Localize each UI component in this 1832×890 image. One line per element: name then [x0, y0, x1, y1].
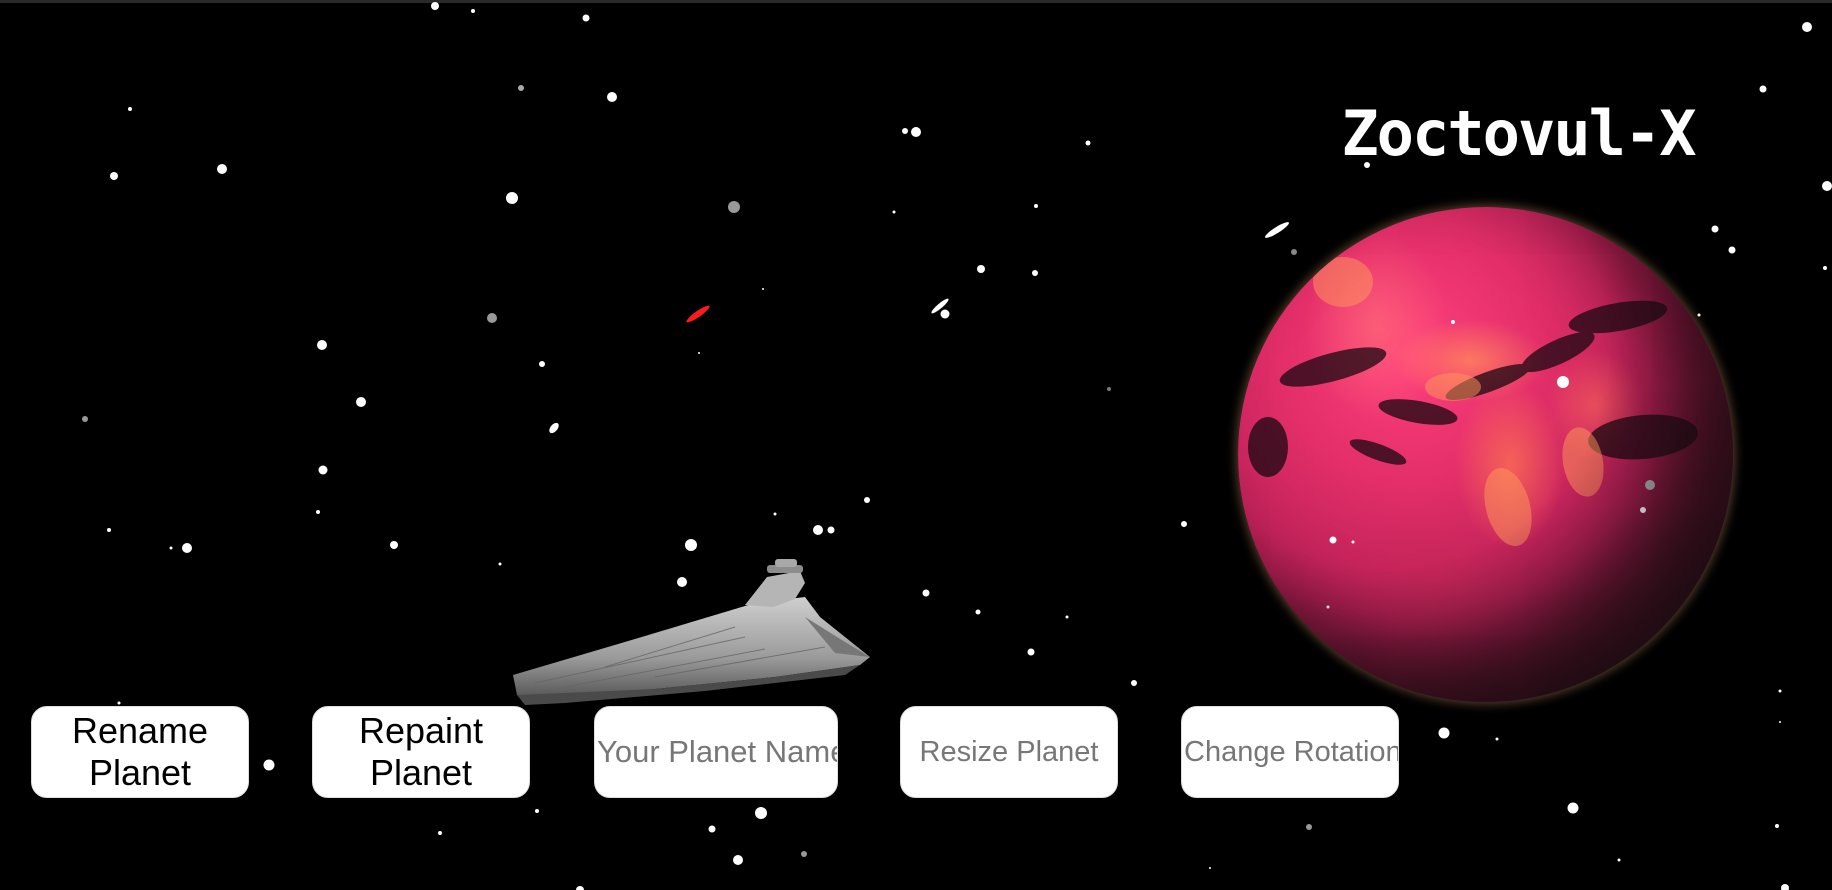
planet-name-input[interactable] — [595, 707, 837, 797]
planet[interactable] — [1238, 207, 1733, 702]
rename-planet-button[interactable]: Rename Planet — [31, 706, 249, 798]
planet-name-title: Zoctovul-X — [1341, 97, 1696, 170]
planet-name-input-wrapper — [594, 706, 838, 798]
starship-image — [513, 559, 870, 705]
resize-planet-input-wrapper — [900, 706, 1118, 798]
rotation-input[interactable] — [1182, 707, 1398, 797]
meteor-streaks — [549, 222, 1289, 434]
space-scene: Zoctovul-X Rename Planet Repaint Planet … — [0, 0, 1832, 890]
resize-planet-input[interactable] — [901, 707, 1117, 797]
repaint-planet-button[interactable]: Repaint Planet — [312, 706, 530, 798]
rotation-input-wrapper — [1181, 706, 1399, 798]
planet-shadow — [1238, 207, 1733, 702]
